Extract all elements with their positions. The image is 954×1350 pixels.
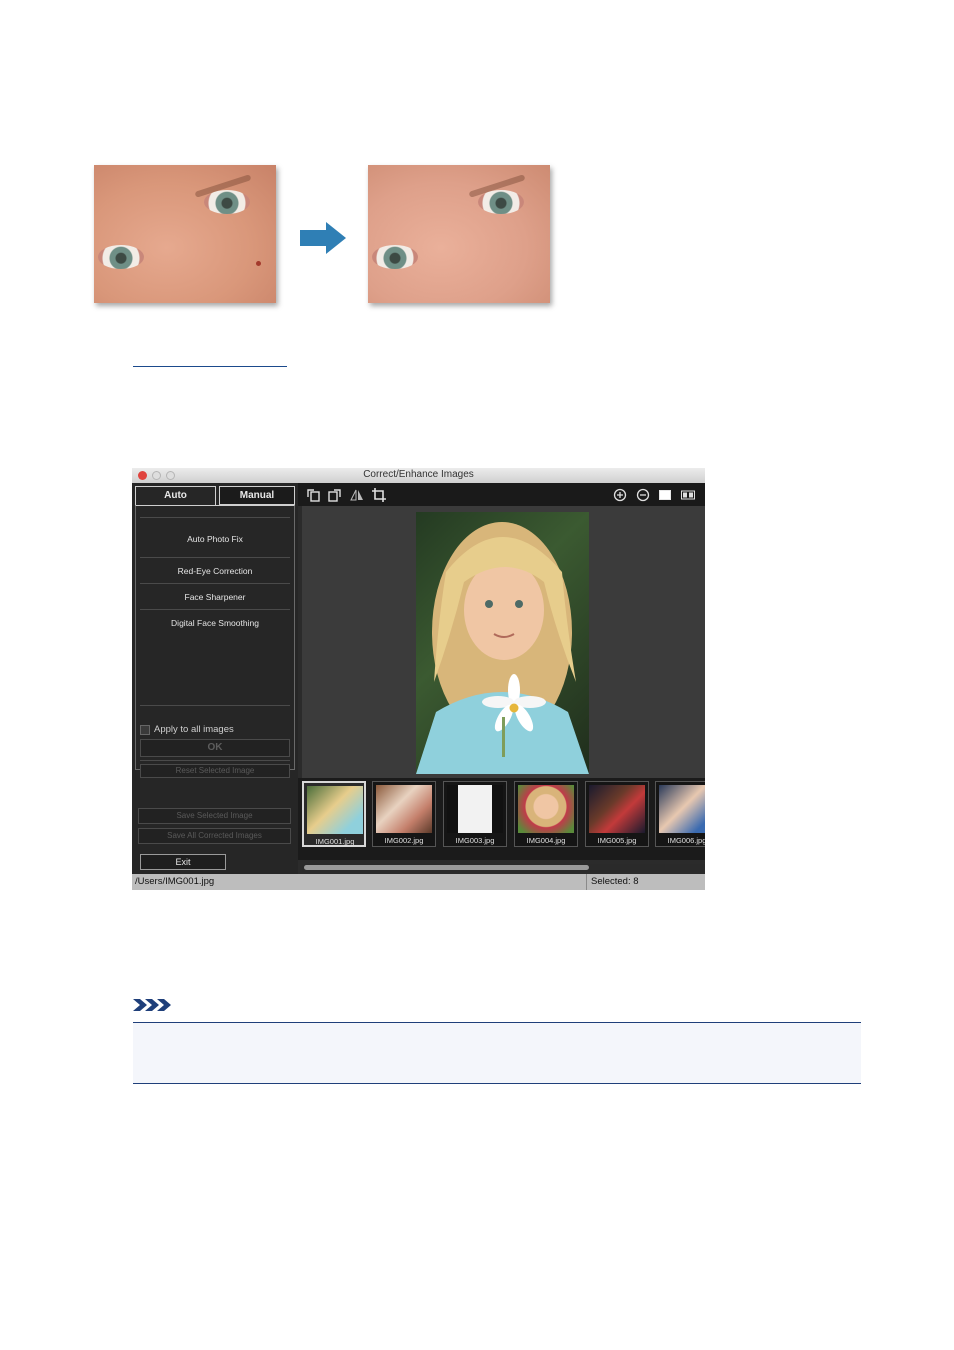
flip-icon[interactable]	[350, 488, 364, 502]
rotate-right-icon[interactable]	[328, 488, 342, 502]
before-photo	[94, 165, 276, 303]
face-sharpener-button[interactable]: Face Sharpener	[140, 592, 290, 602]
apply-all-label: Apply to all images	[154, 724, 234, 735]
left-panel: Auto Manual Auto Photo Fix Red-Eye Corre…	[132, 483, 298, 875]
zoom-in-icon[interactable]	[613, 488, 627, 502]
reset-selected-image-button[interactable]: Reset Selected Image	[140, 764, 290, 778]
note-box	[133, 1022, 861, 1084]
thumbnail-filename: IMG006.jpg	[667, 836, 705, 845]
ok-button[interactable]: OK	[140, 739, 290, 757]
crop-icon[interactable]	[372, 488, 386, 502]
status-selected-count: Selected: 8	[591, 876, 639, 887]
thumbnail-filename: IMG004.jpg	[526, 836, 566, 845]
preview-image	[416, 512, 589, 774]
apply-all-checkbox[interactable]	[140, 725, 150, 735]
blemish-mark	[256, 261, 261, 266]
thumbnail-filename: IMG001.jpg	[315, 837, 355, 846]
thumbnail-item[interactable]: IMG002.jpg	[372, 781, 436, 847]
thumbnail-item[interactable]: IMG005.jpg	[585, 781, 649, 847]
save-all-corrected-images-button[interactable]: Save All Corrected Images	[138, 828, 291, 844]
image-toolbar	[298, 483, 705, 506]
window-title: Correct/Enhance Images	[363, 469, 474, 480]
thumbnail-item[interactable]: IMG003.jpg	[443, 781, 507, 847]
thumbnail-filename: IMG002.jpg	[384, 836, 424, 845]
thumbnail-item[interactable]: IMG004.jpg	[514, 781, 578, 847]
thumbnail-item[interactable]: IMG001.jpg	[302, 781, 366, 847]
thumbnail-filename: IMG003.jpg	[455, 836, 495, 845]
thumbnail-scrollbar[interactable]	[302, 864, 705, 872]
red-eye-correction-button[interactable]: Red-Eye Correction	[140, 566, 290, 576]
save-selected-image-button[interactable]: Save Selected Image	[138, 808, 291, 824]
thumbnail-strip: IMG001.jpg IMG002.jpg IMG003.jpg IMG004.…	[298, 778, 705, 860]
correct-enhance-window: Correct/Enhance Images Auto Manual Auto …	[132, 468, 705, 890]
single-view-icon[interactable]	[658, 488, 672, 502]
auto-tab-panel: Auto Photo Fix Red-Eye Correction Face S…	[135, 505, 295, 778]
title-bar: Correct/Enhance Images	[132, 468, 705, 483]
status-bar: /Users/IMG001.jpg Selected: 8	[132, 874, 705, 890]
thumbnail-filename: IMG005.jpg	[597, 836, 637, 845]
note-icon	[133, 999, 171, 1011]
image-preview-area	[302, 506, 705, 778]
tab-manual[interactable]: Manual	[219, 486, 295, 505]
zoom-out-icon[interactable]	[636, 488, 650, 502]
digital-face-smoothing-button[interactable]: Digital Face Smoothing	[140, 618, 290, 628]
scrollbar-thumb[interactable]	[304, 865, 589, 870]
compare-view-icon[interactable]	[681, 488, 695, 502]
section-link-underline[interactable]	[133, 366, 287, 367]
arrow-right-icon	[300, 222, 346, 254]
exit-button[interactable]: Exit	[140, 854, 226, 870]
tab-auto[interactable]: Auto	[135, 486, 216, 505]
after-photo	[368, 165, 550, 303]
auto-photo-fix-button[interactable]: Auto Photo Fix	[140, 534, 290, 544]
thumbnail-item[interactable]: IMG006.jpg	[655, 781, 705, 847]
rotate-left-icon[interactable]	[306, 488, 320, 502]
status-file-path: /Users/IMG001.jpg	[135, 876, 215, 887]
